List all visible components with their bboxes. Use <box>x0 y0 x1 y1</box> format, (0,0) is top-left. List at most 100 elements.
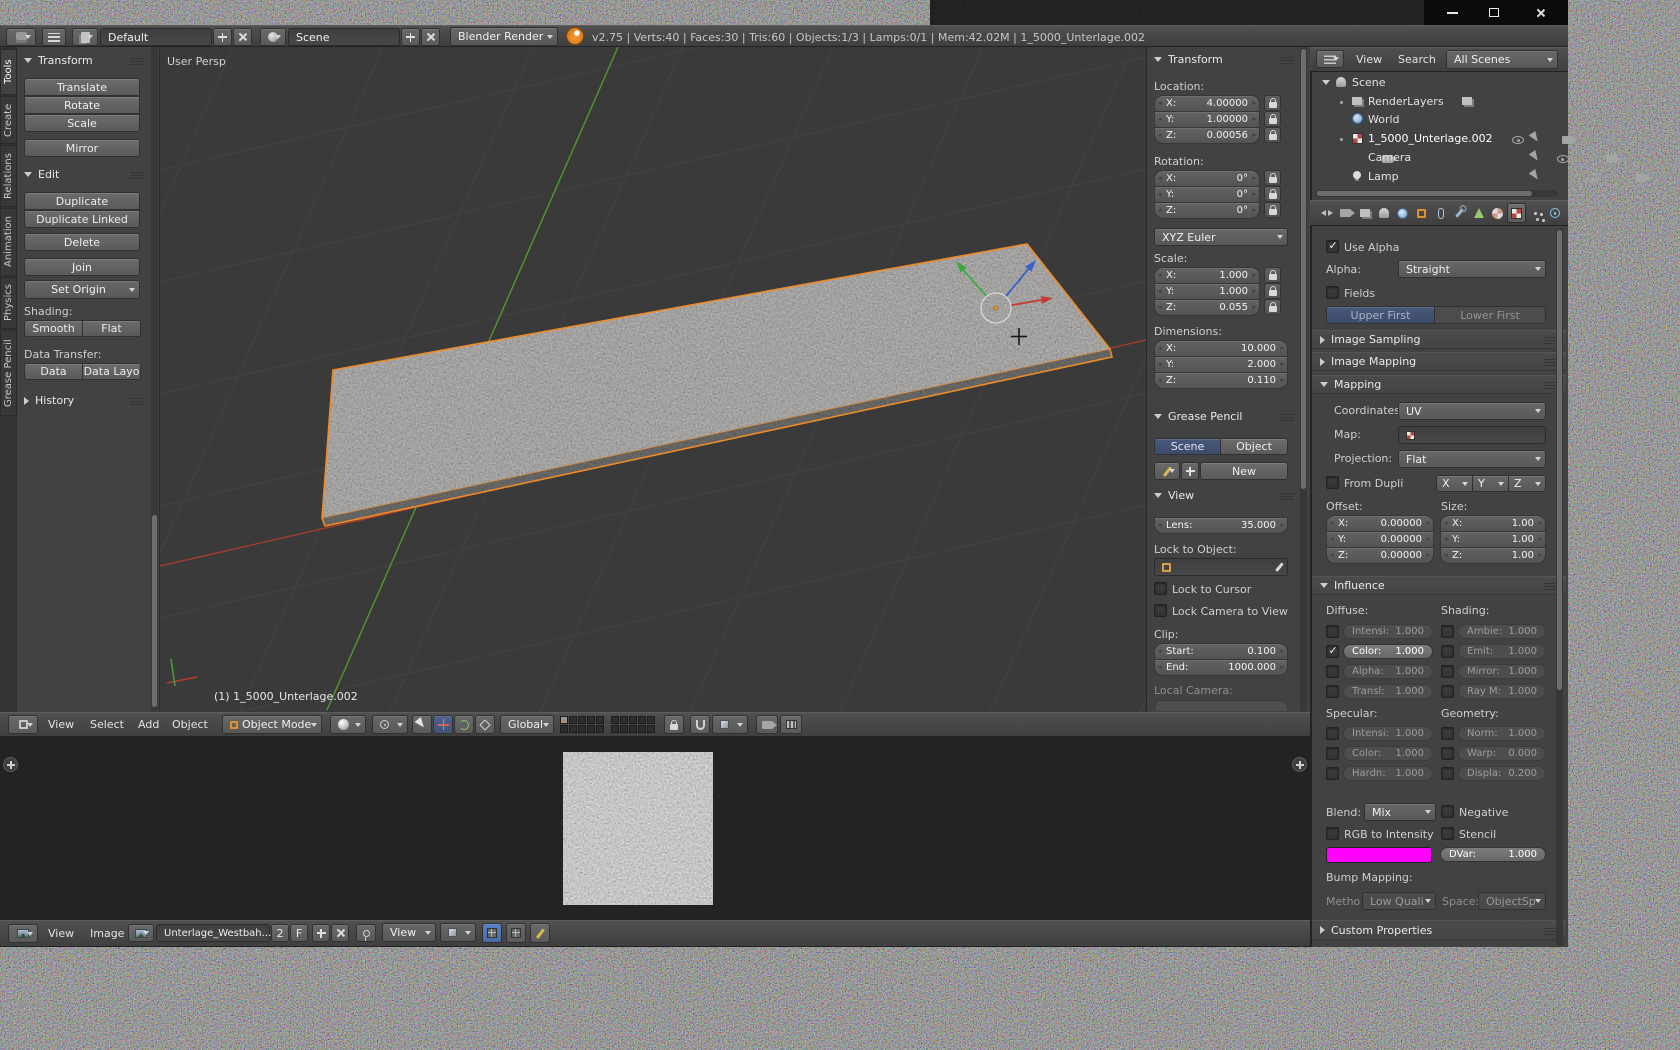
layout-browse-button[interactable] <box>72 28 98 46</box>
layer-cell[interactable] <box>638 725 646 733</box>
uv-grid-button[interactable] <box>506 923 526 943</box>
shading-ambient-checkbox[interactable] <box>1441 625 1454 638</box>
shading-mirror-checkbox[interactable] <box>1441 665 1454 678</box>
scene-add-button[interactable] <box>401 28 420 46</box>
projection-dropdown[interactable]: Flat <box>1398 450 1546 468</box>
layer-cell[interactable] <box>587 716 595 724</box>
outliner-menu-search[interactable]: Search <box>1392 47 1442 72</box>
lock-camera-checkbox[interactable] <box>1154 604 1167 617</box>
outliner-item-world[interactable]: World <box>1368 113 1400 126</box>
tab-constraints[interactable] <box>1431 203 1450 223</box>
menu-view[interactable]: View <box>42 712 80 737</box>
image-pin-button[interactable] <box>356 924 376 942</box>
scene-browse-button[interactable] <box>260 28 286 46</box>
manipulator-rotate-button[interactable] <box>454 715 474 734</box>
geometry-displace-slider[interactable]: Displa:0.200 <box>1458 766 1546 781</box>
diffuse-alpha-slider[interactable]: Alpha:1.000 <box>1343 664 1433 679</box>
tab-render-layers[interactable] <box>1355 203 1374 223</box>
outliner-menu-view[interactable]: View <box>1350 47 1388 72</box>
offset-x-field[interactable]: X:0.00000 <box>1326 515 1434 532</box>
tab-modifiers[interactable] <box>1450 203 1469 223</box>
axis-z-dropdown[interactable]: Z <box>1508 475 1546 492</box>
pivot-dropdown[interactable] <box>372 715 408 734</box>
layer-cell[interactable] <box>560 716 568 724</box>
panel-header-image-mapping[interactable]: Image Mapping <box>1312 352 1566 371</box>
panel-header-transform[interactable]: Transform <box>24 54 144 67</box>
scale-y-lock-button[interactable] <box>1264 283 1281 299</box>
shading-dropdown[interactable] <box>330 715 366 734</box>
rotation-x-lock-button[interactable] <box>1264 170 1281 186</box>
location-y-lock-button[interactable] <box>1264 111 1281 127</box>
rgb-to-intensity-checkbox[interactable] <box>1326 827 1339 840</box>
scene-delete-button[interactable] <box>421 28 440 46</box>
set-origin-dropdown[interactable]: Set Origin <box>24 280 140 299</box>
diffuse-translucency-checkbox[interactable] <box>1326 685 1339 698</box>
shading-emit-slider[interactable]: Emit:1.000 <box>1458 644 1546 659</box>
restrict-render-icon[interactable] <box>1636 174 1647 182</box>
outliner-filter-dropdown[interactable]: All Scenes <box>1446 50 1558 69</box>
geometry-warp-slider[interactable]: Warp:0.000 <box>1458 746 1546 761</box>
translate-button[interactable]: Translate <box>24 78 140 96</box>
diffuse-color-checkbox[interactable] <box>1326 645 1339 658</box>
layer-cell[interactable] <box>611 725 619 733</box>
coordinates-dropdown[interactable]: UV <box>1398 402 1546 420</box>
use-alpha-checkbox[interactable] <box>1326 240 1339 253</box>
lower-first-button[interactable]: Lower First <box>1434 306 1546 324</box>
clip-start-field[interactable]: Start:0.100 <box>1154 643 1288 660</box>
specular-color-checkbox[interactable] <box>1326 747 1339 760</box>
axis-y-dropdown[interactable]: Y <box>1472 475 1509 492</box>
layer-cell[interactable] <box>611 716 619 724</box>
panel-header-influence[interactable]: Influence <box>1312 576 1566 595</box>
layer-cell[interactable] <box>569 716 577 724</box>
npanel-scroll-thumb[interactable] <box>1301 49 1306 489</box>
snap-toggle-button[interactable] <box>690 715 710 734</box>
maximize-button[interactable] <box>1478 3 1510 22</box>
editor-type-button-3dview[interactable] <box>8 715 38 734</box>
specular-intensity-slider[interactable]: Intensi:1.000 <box>1343 726 1433 741</box>
scale-x-field[interactable]: X:1.000 <box>1154 267 1260 284</box>
uv-menu-image[interactable]: Image <box>84 920 130 947</box>
tab-physics[interactable]: Physics <box>0 277 17 329</box>
tab-texture[interactable] <box>1507 203 1526 223</box>
gp-new-button[interactable]: New <box>1200 462 1288 480</box>
tab-physics[interactable] <box>1545 203 1564 223</box>
panel-header-edit[interactable]: Edit <box>24 168 144 181</box>
rotate-button[interactable]: Rotate <box>24 96 140 114</box>
bump-method-dropdown[interactable]: Low Quali <box>1362 892 1436 910</box>
data-transfer-data-button[interactable]: Data <box>24 363 83 380</box>
tab-nav-icon[interactable] <box>1317 203 1336 223</box>
dvar-slider[interactable]: DVar:1.000 <box>1440 847 1546 862</box>
lock-to-scene-button[interactable] <box>664 715 684 734</box>
dimensions-z-field[interactable]: Z:0.110 <box>1154 372 1288 389</box>
disclosure-open-icon[interactable] <box>1322 80 1330 85</box>
panel-header-mapping[interactable]: Mapping <box>1312 375 1566 394</box>
stencil-checkbox[interactable] <box>1441 827 1454 840</box>
geometry-normal-checkbox[interactable] <box>1441 727 1454 740</box>
image-name-field[interactable]: Unterlage_Westbah... <box>156 924 270 942</box>
fake-user-button[interactable]: F <box>290 924 308 942</box>
outliner-item-lamp[interactable]: Lamp <box>1368 170 1399 183</box>
region-expand-button-left[interactable] <box>3 757 18 772</box>
layer-cell[interactable] <box>560 725 568 733</box>
offset-y-field[interactable]: Y:0.00000 <box>1326 531 1434 548</box>
rotation-z-field[interactable]: Z:0° <box>1154 202 1260 219</box>
layer-cell[interactable] <box>587 725 595 733</box>
viewport-canvas[interactable] <box>160 47 1146 712</box>
upper-first-button[interactable]: Upper First <box>1326 306 1435 324</box>
panel-header-image-sampling[interactable]: Image Sampling <box>1312 330 1566 349</box>
outliner-hscroll-thumb[interactable] <box>1317 191 1532 196</box>
tool-shelf-scroll-thumb[interactable] <box>152 515 157 707</box>
size-x-field[interactable]: X:1.00 <box>1440 515 1546 532</box>
layer-cell[interactable] <box>629 716 637 724</box>
panel-header-history[interactable]: History <box>24 394 144 407</box>
rotation-y-lock-button[interactable] <box>1264 186 1281 202</box>
npanel-transform-header[interactable]: Transform <box>1154 53 1294 66</box>
location-z-lock-button[interactable] <box>1264 127 1281 143</box>
tab-tools[interactable]: Tools <box>0 49 17 95</box>
restrict-render-icon[interactable] <box>1562 136 1573 144</box>
location-x-lock-button[interactable] <box>1264 95 1281 111</box>
scene-name-field[interactable]: Scene <box>288 28 400 46</box>
image-new-button[interactable] <box>312 924 330 942</box>
restrict-view-icon[interactable] <box>1587 174 1599 182</box>
mode-dropdown[interactable]: Object Mode <box>222 715 322 734</box>
